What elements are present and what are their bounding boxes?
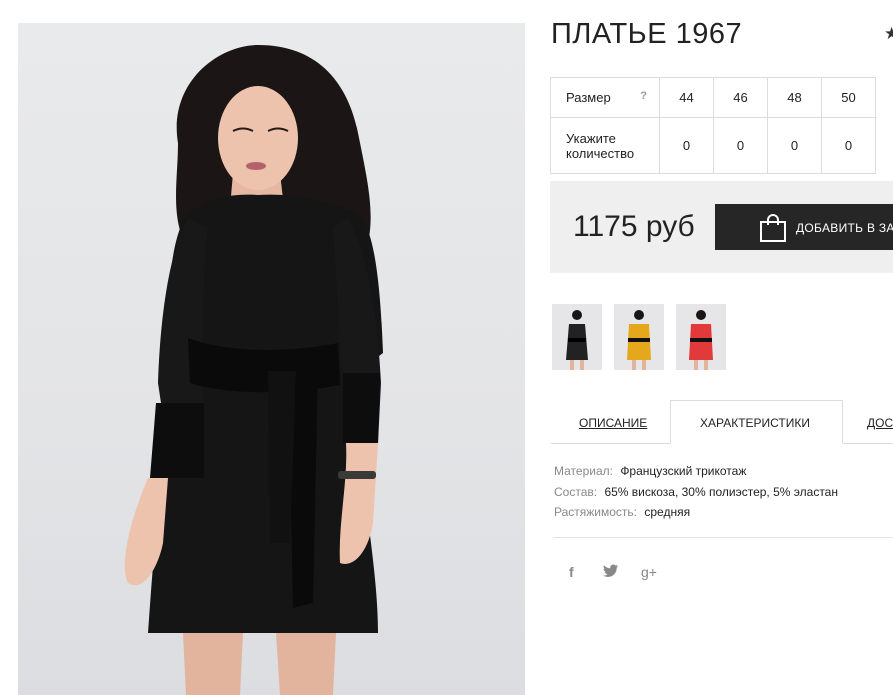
add-to-cart-button[interactable]: ДОБАВИТЬ В ЗАКАЗ	[715, 204, 893, 250]
add-to-cart-label: ДОБАВИТЬ В ЗАКАЗ	[796, 221, 893, 235]
thumbnail-red-image	[676, 304, 726, 370]
facebook-icon[interactable]: f	[569, 564, 574, 580]
favorite-star-icon[interactable]: ★	[884, 24, 893, 44]
product-price: 1175 руб	[573, 210, 695, 243]
spec-value: 65% вискоза, 30% полиэстер, 5% эластан	[604, 485, 838, 499]
twitter-icon[interactable]	[603, 564, 619, 581]
size-50: 50	[821, 77, 876, 118]
spec-key: Состав:	[554, 485, 598, 499]
tab-delivery[interactable]: ДОСТАВКА	[867, 416, 893, 430]
quantity-input-46[interactable]	[725, 138, 756, 153]
shopping-bag-icon	[759, 213, 787, 246]
size-quantity-table: Размер ? 44 46 48 50 Укажите количество	[550, 77, 876, 174]
size-label: Размер	[566, 90, 611, 105]
quantity-row: Укажите количество	[550, 117, 876, 174]
quantity-cell-44[interactable]	[659, 117, 714, 174]
thumbnail-yellow[interactable]	[614, 304, 664, 370]
quantity-input-44[interactable]	[671, 138, 702, 153]
spec-key: Материал:	[554, 464, 613, 478]
quantity-label: Укажите количество	[550, 117, 660, 174]
size-48: 48	[767, 77, 822, 118]
quantity-input-50[interactable]	[833, 138, 864, 153]
thumbnail-black[interactable]	[552, 304, 602, 370]
thumbnail-red[interactable]	[676, 304, 726, 370]
product-photo[interactable]	[18, 23, 525, 695]
spec-value: средняя	[644, 505, 691, 519]
thumbnail-yellow-image	[614, 304, 664, 370]
spec-row-composition: Состав: 65% вискоза, 30% полиэстер, 5% э…	[554, 485, 838, 499]
spec-value: Французский трикотаж	[620, 464, 747, 478]
divider	[553, 537, 893, 538]
quantity-cell-50[interactable]	[821, 117, 876, 174]
size-row: Размер ? 44 46 48 50	[550, 77, 876, 118]
quantity-input-48[interactable]	[779, 138, 810, 153]
spec-key: Растяжимость:	[554, 505, 638, 519]
help-icon[interactable]: ?	[640, 90, 647, 102]
tab-description[interactable]: ОПИСАНИЕ	[579, 416, 647, 430]
size-44: 44	[659, 77, 714, 118]
product-title: ПЛАТЬЕ 1967	[551, 18, 743, 50]
model-illustration	[124, 45, 383, 695]
size-label-cell: Размер ?	[550, 77, 660, 118]
price-panel: 1175 руб ДОБАВИТЬ В ЗАКАЗ	[550, 181, 893, 273]
tab-characteristics[interactable]: ХАРАКТЕРИСТИКИ	[700, 416, 810, 430]
spec-row-material: Материал: Французский трикотаж	[554, 464, 746, 478]
google-plus-icon[interactable]: g+	[641, 564, 657, 580]
thumbnail-black-image	[552, 304, 602, 370]
quantity-cell-46[interactable]	[713, 117, 768, 174]
size-46: 46	[713, 77, 768, 118]
quantity-cell-48[interactable]	[767, 117, 822, 174]
spec-row-stretch: Растяжимость: средняя	[554, 505, 690, 519]
